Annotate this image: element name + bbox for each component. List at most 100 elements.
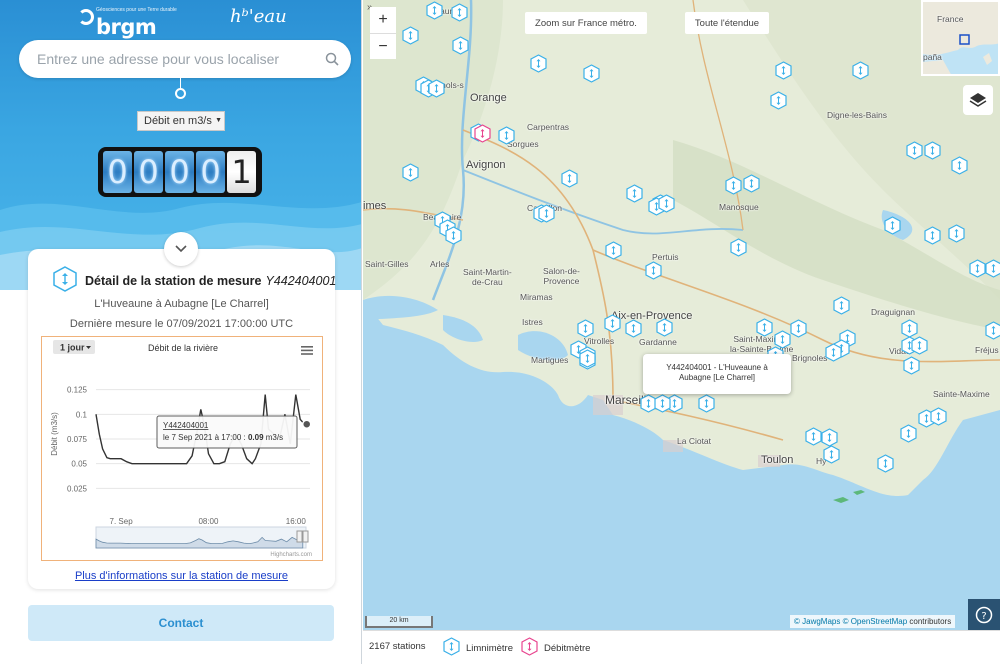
place-label: Martigues: [531, 355, 569, 365]
map-legend-footer: 2167 stations Limnimètre Débitmètre: [363, 630, 1000, 664]
detail-title-text: Détail de la station de mesure: [85, 274, 262, 288]
chevron-down-icon: ▼: [215, 117, 222, 124]
y-tick-label: 0.125: [67, 386, 88, 395]
hubeau-logo[interactable]: hᵇ'eau: [230, 6, 287, 27]
limnimeter-station-marker[interactable]: [561, 169, 578, 188]
limnimeter-station-marker[interactable]: [833, 296, 850, 315]
limnimeter-station-marker[interactable]: [951, 156, 968, 175]
jawg-link[interactable]: © JawgMaps: [794, 617, 840, 626]
side-panel: Géosciences pour une Terre durable brgm …: [0, 0, 362, 664]
debitmeter-station-marker[interactable]: [474, 124, 491, 143]
limnimeter-station-marker[interactable]: [538, 204, 555, 223]
limnimeter-station-marker[interactable]: [402, 163, 419, 182]
limnimeter-station-marker[interactable]: [605, 241, 622, 260]
limnimeter-station-marker[interactable]: [604, 314, 621, 333]
map-attribution: © JawgMaps © OpenStreetMap contributors: [790, 615, 956, 628]
tooltip-text: le 7 Sep 2021 à 17:00 : 0.09 m3/s: [163, 433, 283, 442]
limnimeter-station-marker[interactable]: [790, 319, 807, 338]
tooltip-line: Aubagne [Le Charrel]: [678, 373, 756, 382]
limnimeter-station-marker[interactable]: [451, 3, 468, 22]
station-detail-card: Détail de la station de mesure Y442404001…: [28, 249, 336, 589]
collapse-button[interactable]: [164, 232, 198, 266]
place-label: Toulon: [761, 454, 794, 466]
osm-link[interactable]: © OpenStreetMap: [843, 617, 908, 626]
limnimeter-station-marker[interactable]: [930, 407, 947, 426]
limnimeter-station-marker[interactable]: [426, 1, 443, 20]
limnimeter-station-marker[interactable]: [969, 259, 986, 278]
tooltip-line: Y442404001 - L'Huveaune à: [666, 363, 768, 372]
place-label: Orange: [470, 92, 507, 104]
limnimeter-station-marker[interactable]: [985, 321, 1000, 340]
limnimeter-station-marker[interactable]: [775, 61, 792, 80]
limnimeter-station-marker[interactable]: [805, 427, 822, 446]
limnimeter-station-marker[interactable]: [498, 126, 515, 145]
hover-point: [301, 419, 312, 429]
limnimeter-station-marker[interactable]: [770, 91, 787, 110]
zoom-out-button[interactable]: −: [370, 33, 396, 59]
place-label: Aix-en-Provence: [611, 310, 693, 322]
limnimeter-station-marker[interactable]: [823, 445, 840, 464]
search-input[interactable]: [37, 40, 317, 78]
legend-debitmetre: Débitmètre: [544, 643, 591, 654]
place-label: Manosque: [719, 202, 759, 212]
navigator-handle[interactable]: [296, 530, 303, 543]
limnimeter-station-marker[interactable]: [654, 394, 671, 413]
unit-select[interactable]: Débit en m3/s ▼: [137, 111, 225, 131]
navigator-handle[interactable]: [302, 530, 309, 543]
limnimeter-icon: [443, 637, 460, 656]
zoom-in-button[interactable]: +: [370, 7, 396, 33]
limnimeter-station-marker[interactable]: [825, 343, 842, 362]
brgm-mark-icon: [78, 9, 94, 25]
limnimeter-station-marker[interactable]: [924, 226, 941, 245]
y-tick-label: 0.075: [67, 435, 88, 444]
limnimeter-station-marker[interactable]: [656, 318, 673, 337]
limnimeter-station-marker[interactable]: [530, 54, 547, 73]
limnimeter-station-marker[interactable]: [725, 176, 742, 195]
counter-digit: 0: [165, 151, 194, 193]
limnimeter-station-marker[interactable]: [877, 454, 894, 473]
help-button[interactable]: ?: [968, 599, 1000, 630]
place-label: La Ciotat: [677, 436, 712, 446]
limnimeter-station-marker[interactable]: [402, 26, 419, 45]
limnimeter-station-marker[interactable]: [658, 194, 675, 213]
station-name: L'Huveaune à Aubagne [Le Charrel]: [94, 298, 269, 310]
full-extent-button[interactable]: Toute l'étendue: [685, 12, 769, 34]
svg-text:?: ?: [981, 611, 986, 622]
menu-icon[interactable]: [301, 346, 313, 355]
detail-title: Détail de la station de mesure Y442404001: [85, 274, 336, 288]
limnimeter-station-marker[interactable]: [445, 226, 462, 245]
limnimeter-station-marker[interactable]: [625, 319, 642, 338]
limnimeter-station-marker[interactable]: [756, 318, 773, 337]
limnimeter-station-marker[interactable]: [903, 356, 920, 375]
limnimeter-station-marker[interactable]: [452, 36, 469, 55]
limnimeter-station-marker[interactable]: [583, 64, 600, 83]
limnimeter-station-marker[interactable]: [645, 261, 662, 280]
contact-button[interactable]: Contact: [28, 605, 334, 641]
limnimeter-station-marker[interactable]: [579, 349, 596, 368]
map[interactable]: Orange Carpentras Sorgues Avignon Cavail…: [363, 0, 1000, 630]
chart-credits: Highcharts.com: [270, 552, 312, 558]
limnimeter-station-marker[interactable]: [900, 424, 917, 443]
limnimeter-station-marker[interactable]: [924, 141, 941, 160]
limnimeter-station-marker[interactable]: [730, 238, 747, 257]
layers-button[interactable]: [963, 85, 993, 115]
limnimeter-station-marker[interactable]: [852, 61, 869, 80]
flow-chart: 1 jour Débit de la rivière Débit (m3/s) …: [41, 336, 323, 561]
limnimeter-station-marker[interactable]: [884, 216, 901, 235]
more-info-link[interactable]: Plus d'informations sur la station de me…: [28, 570, 335, 582]
last-measure: Dernière mesure le 07/09/2021 17:00:00 U…: [69, 318, 294, 330]
search-icon[interactable]: [325, 52, 339, 66]
navigator[interactable]: [95, 526, 309, 549]
brgm-logo[interactable]: Géosciences pour une Terre durable brgm: [78, 4, 177, 39]
limnimeter-station-marker[interactable]: [577, 319, 594, 338]
limnimeter-station-marker[interactable]: [985, 259, 1000, 278]
limnimeter-station-marker[interactable]: [948, 224, 965, 243]
limnimeter-station-marker[interactable]: [743, 174, 760, 193]
limnimeter-station-marker[interactable]: [911, 336, 928, 355]
limnimeter-station-marker[interactable]: [698, 394, 715, 413]
limnimeter-station-marker[interactable]: [626, 184, 643, 203]
limnimeter-station-marker[interactable]: [906, 141, 923, 160]
minimap[interactable]: France paña: [921, 0, 1000, 76]
zoom-france-button[interactable]: Zoom sur France métro.: [525, 12, 647, 34]
limnimeter-station-marker[interactable]: [428, 79, 445, 98]
